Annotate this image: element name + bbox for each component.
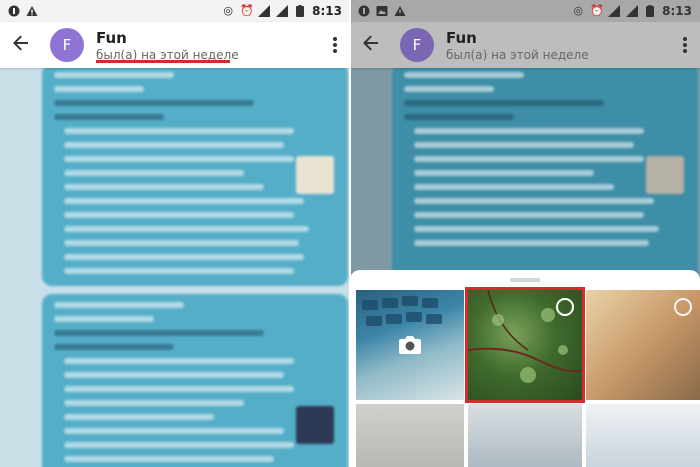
select-circle-icon[interactable] — [674, 298, 692, 316]
avatar[interactable]: F — [50, 28, 84, 62]
status-highlight-underline — [96, 60, 230, 63]
chat-title-block[interactable]: Fun был(а) на этой неделе — [96, 29, 239, 62]
gallery-icon — [376, 5, 388, 17]
forwarded-message[interactable] — [42, 64, 348, 286]
network-icon — [626, 5, 639, 17]
alarm-icon: ⏰ — [590, 4, 604, 17]
status-time: 8:13 — [662, 4, 692, 18]
gallery-photo-tile[interactable] — [468, 404, 582, 467]
forwarded-message — [392, 64, 698, 286]
avatar[interactable]: F — [400, 28, 434, 62]
selected-photo-highlight — [465, 287, 585, 403]
gallery-photo-tile[interactable] — [356, 404, 464, 467]
chat-title-block[interactable]: Fun был(а) на этой неделе — [446, 29, 589, 62]
right-screen: ◎ ⏰ 8:13 F Fun был(а) на этой неделе — [350, 0, 700, 467]
more-vert-icon[interactable] — [682, 36, 688, 54]
signal-icon — [608, 5, 621, 17]
warning-icon — [26, 5, 38, 17]
status-bar: ◎ ⏰ 8:13 — [0, 0, 350, 22]
panel-divider — [349, 0, 351, 467]
last-seen-status: был(а) на этой неделе — [446, 47, 589, 62]
camera-preview-tile[interactable] — [356, 290, 464, 400]
attach-sheet[interactable] — [350, 270, 700, 467]
signal-icon — [258, 5, 271, 17]
battery-icon — [644, 5, 656, 17]
back-arrow-icon[interactable] — [362, 33, 392, 57]
more-vert-icon[interactable] — [332, 36, 338, 54]
battery-icon — [294, 5, 306, 17]
chat-name: Fun — [96, 28, 127, 47]
chat-header: F Fun был(а) на этой неделе — [350, 22, 700, 68]
gallery-photo-tile[interactable] — [586, 290, 700, 400]
left-screen: ◎ ⏰ 8:13 F Fun был(а) на этой неделе — [0, 0, 350, 467]
status-time: 8:13 — [312, 4, 342, 18]
chat-name: Fun — [446, 28, 477, 47]
message-list[interactable] — [0, 64, 350, 467]
app-notification-icon — [8, 5, 20, 17]
back-arrow-icon[interactable] — [12, 33, 42, 57]
gallery-photo-tile[interactable] — [586, 404, 700, 467]
hotspot-icon: ◎ — [223, 4, 233, 17]
network-icon — [276, 5, 289, 17]
status-bar: ◎ ⏰ 8:13 — [350, 0, 700, 22]
alarm-icon: ⏰ — [240, 4, 254, 17]
app-notification-icon — [358, 5, 370, 17]
sheet-drag-handle[interactable] — [510, 278, 540, 282]
hotspot-icon: ◎ — [573, 4, 583, 17]
screen-pair: ◎ ⏰ 8:13 F Fun был(а) на этой неделе ◎ ⏰… — [0, 0, 700, 467]
forwarded-message[interactable] — [42, 294, 348, 467]
camera-icon[interactable] — [397, 334, 423, 356]
warning-icon — [394, 5, 406, 17]
